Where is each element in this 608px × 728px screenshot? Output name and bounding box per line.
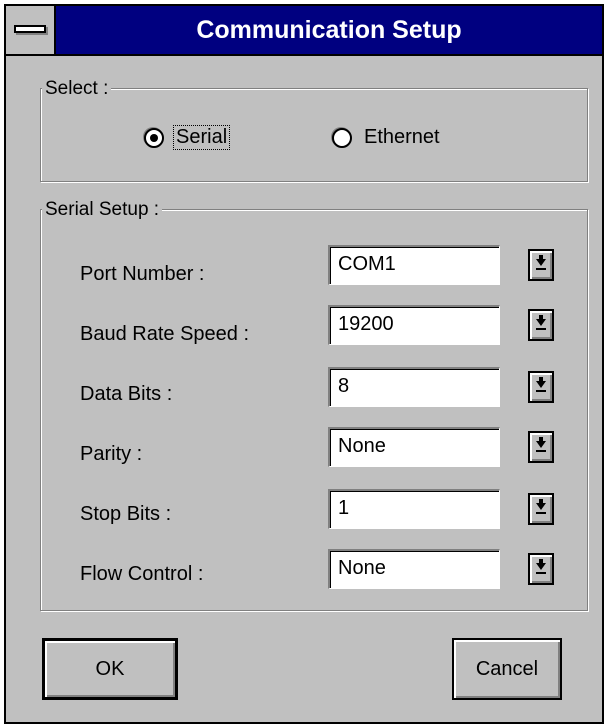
serial-setup-group: Serial Setup : Port Number : COM1 Baud R… (40, 199, 588, 611)
flow-control-label: Flow Control : (80, 563, 204, 585)
communication-setup-dialog: Communication Setup Select : Serial Ethe… (4, 4, 604, 724)
system-menu-button[interactable] (6, 6, 56, 54)
port-number-dropdown-button[interactable] (528, 249, 554, 281)
data-bits-label: Data Bits : (80, 383, 173, 405)
title-bar: Communication Setup (6, 6, 602, 56)
flow-control-field[interactable]: None (328, 549, 500, 589)
stop-bits-field[interactable]: 1 (328, 489, 500, 529)
window-title: Communication Setup (196, 16, 462, 44)
serial-radio[interactable]: Serial (144, 125, 231, 150)
select-group-legend: Select : (42, 78, 112, 100)
data-bits-field[interactable]: 8 (328, 367, 500, 407)
baud-rate-label: Baud Rate Speed : (80, 323, 250, 345)
parity-field[interactable]: None (328, 427, 500, 467)
baud-rate-field[interactable]: 19200 (328, 305, 500, 345)
radio-button-icon (144, 127, 164, 148)
radio-button-icon (332, 127, 352, 148)
select-group: Select : Serial Ethernet (40, 78, 588, 182)
flow-control-dropdown-button[interactable] (528, 553, 554, 585)
ok-button[interactable]: OK (42, 638, 178, 700)
cancel-button[interactable]: Cancel (452, 638, 562, 700)
ethernet-radio-label: Ethernet (364, 126, 440, 148)
system-menu-icon (14, 25, 46, 33)
serial-setup-legend: Serial Setup : (42, 199, 163, 221)
baud-rate-dropdown-button[interactable] (528, 309, 554, 341)
serial-radio-label: Serial (172, 125, 231, 150)
parity-dropdown-button[interactable] (528, 431, 554, 463)
ethernet-radio[interactable]: Ethernet (332, 126, 442, 149)
port-number-label: Port Number : (80, 263, 205, 285)
data-bits-dropdown-button[interactable] (528, 371, 554, 403)
port-number-field[interactable]: COM1 (328, 245, 500, 285)
stop-bits-label: Stop Bits : (80, 503, 172, 525)
parity-label: Parity : (80, 443, 143, 465)
stop-bits-dropdown-button[interactable] (528, 493, 554, 525)
